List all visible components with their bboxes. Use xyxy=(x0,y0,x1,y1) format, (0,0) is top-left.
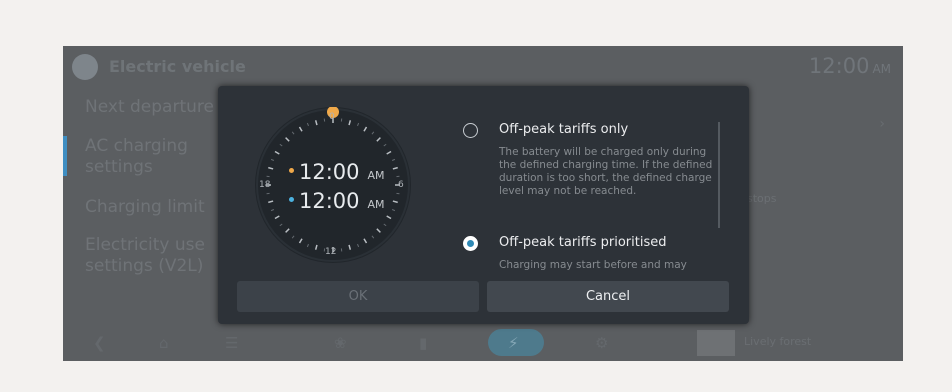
dial-tick xyxy=(383,143,387,147)
dial-tick xyxy=(314,244,318,250)
dial-tick xyxy=(285,228,290,233)
sidebar-item-charging-limit[interactable]: Charging limit xyxy=(85,197,205,218)
option-title-off-peak-prioritised[interactable]: Off-peak tariffs prioritised xyxy=(499,235,667,250)
dial-tick xyxy=(357,243,360,248)
media-thumbnail[interactable] xyxy=(697,330,735,356)
end-dot-icon xyxy=(289,197,294,202)
clock-time: 12:00 xyxy=(808,54,870,78)
menu-icon[interactable]: ☰ xyxy=(225,334,238,352)
option-title-off-peak-only[interactable]: Off-peak tariffs only xyxy=(499,122,628,137)
stats-icon[interactable]: ▮ xyxy=(419,334,427,352)
app-title: Electric vehicle xyxy=(109,57,246,76)
dial-tick xyxy=(279,223,283,227)
clock-ampm: AM xyxy=(872,62,891,76)
home-icon[interactable]: ⌂ xyxy=(159,334,169,352)
status-clock: 12:00 AM xyxy=(809,54,891,78)
option-desc-off-peak-only: The battery will be charged only during … xyxy=(499,146,713,197)
ev-logo-icon xyxy=(72,54,98,80)
end-time: 12:00 AM xyxy=(289,189,385,213)
option-desc-off-peak-prioritised: Charging may start before and may xyxy=(499,259,687,271)
dial-label-18: 18 xyxy=(259,180,271,190)
dial-tick xyxy=(274,150,280,155)
end-time-value: 12:00 xyxy=(299,189,360,213)
leaf-icon[interactable]: ❀ xyxy=(334,334,347,352)
dial-tick xyxy=(270,209,275,212)
dial-tick xyxy=(392,200,398,204)
dial-tick xyxy=(285,137,290,142)
charging-mode-dialog: 0 6 12 18 12:00 AM 12:00 AM Off-peak tar… xyxy=(218,86,749,324)
header-bar: Electric vehicle 12:00 AM xyxy=(63,46,903,88)
dial-tick xyxy=(391,158,396,161)
dial-tick xyxy=(274,215,280,220)
chevron-right-icon: › xyxy=(879,116,885,132)
dial-tick xyxy=(383,223,387,227)
sidebar-item-electricity-use[interactable]: Electricity use settings (V2L) xyxy=(85,235,225,277)
dial-tick xyxy=(306,243,309,248)
sidebar-item-ac-charging[interactable]: AC charging settings xyxy=(85,136,205,178)
start-time: 12:00 AM xyxy=(289,160,385,184)
background-stops-text: stops xyxy=(747,192,777,205)
dial-tick xyxy=(391,209,396,212)
ok-button[interactable]: OK xyxy=(237,281,479,312)
options-list: Off-peak tariffs only The battery will b… xyxy=(463,116,718,272)
settings-icon[interactable]: ⚙ xyxy=(595,334,608,352)
dial-tick xyxy=(363,126,368,132)
dial-tick xyxy=(376,137,381,142)
dial-label-0: 0 xyxy=(329,112,335,122)
dial-tick xyxy=(363,238,368,244)
radio-off-peak-only[interactable] xyxy=(463,123,478,138)
dial-tick xyxy=(306,122,309,127)
start-time-value: 12:00 xyxy=(299,160,360,184)
dial-tick xyxy=(348,120,352,126)
dial-tick xyxy=(270,158,275,161)
charging-icon: ⚡ xyxy=(508,334,519,352)
dial-tick xyxy=(268,166,274,170)
end-time-ampm: AM xyxy=(367,198,385,211)
radio-off-peak-prioritised[interactable] xyxy=(463,236,478,251)
cancel-button[interactable]: Cancel xyxy=(487,281,729,312)
dial-tick xyxy=(298,238,303,244)
dial-ticks xyxy=(256,107,410,262)
time-dial[interactable]: 0 6 12 18 12:00 AM 12:00 AM xyxy=(255,107,411,263)
dial-tick xyxy=(298,126,303,132)
dial-tick xyxy=(371,235,375,239)
dial-tick xyxy=(268,200,274,204)
dial-tick xyxy=(386,150,392,155)
back-icon[interactable]: ❮ xyxy=(93,334,106,352)
dial-label-6: 6 xyxy=(398,180,404,190)
dial-tick xyxy=(371,131,375,135)
dial-tick xyxy=(291,131,295,135)
dial-tick xyxy=(279,143,283,147)
dial-label-12: 12 xyxy=(325,247,337,257)
media-label[interactable]: Lively forest xyxy=(744,335,811,348)
dial-tick xyxy=(291,235,295,239)
taskbar: ❮ ⌂ ☰ ❀ ▮ ⚡ ⚙ Lively forest xyxy=(63,324,903,361)
start-time-ampm: AM xyxy=(367,169,385,182)
dial-tick xyxy=(314,120,318,126)
dial-tick xyxy=(357,122,360,127)
dial-tick xyxy=(386,215,392,220)
sidebar-item-next-departure[interactable]: Next departure xyxy=(85,97,214,118)
options-scrollbar[interactable] xyxy=(718,122,720,228)
start-dot-icon xyxy=(289,168,294,173)
sidebar-active-indicator xyxy=(63,136,67,176)
dial-tick xyxy=(376,228,381,233)
dial-tick xyxy=(392,166,398,170)
dial-tick xyxy=(348,244,352,250)
